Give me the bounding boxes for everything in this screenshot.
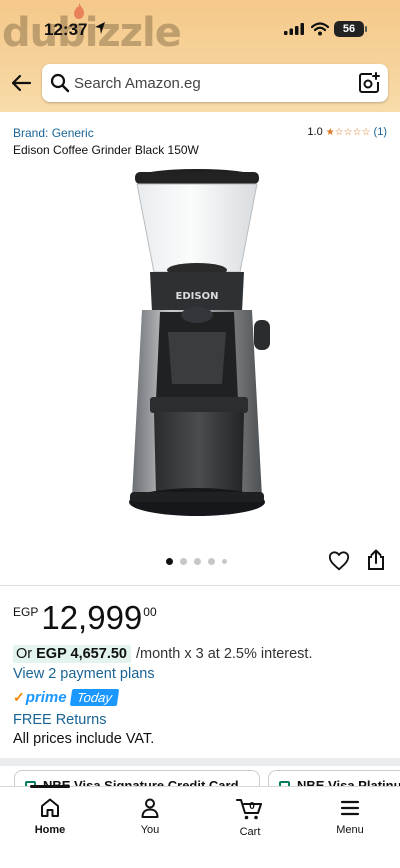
search-icon xyxy=(50,73,70,93)
rating-count[interactable]: (1) xyxy=(374,126,387,138)
payment-plans-link[interactable]: View 2 payment plans xyxy=(13,666,155,682)
product-image-brand-text: EDISON xyxy=(176,291,219,302)
search-input[interactable] xyxy=(74,64,344,102)
carousel-dot[interactable] xyxy=(208,558,215,565)
price-whole: 12,999 xyxy=(41,599,143,636)
nav-home[interactable]: Home xyxy=(10,797,90,836)
prime-logo-text: prime xyxy=(25,689,67,706)
installment-prefix: Or xyxy=(16,646,33,662)
nav-cart[interactable]: 0 Cart xyxy=(210,797,290,838)
cart-icon: 0 xyxy=(236,799,262,820)
home-icon xyxy=(41,798,59,817)
price-fraction: 00 xyxy=(143,605,157,619)
status-bar: dubizzle 12:37 56 xyxy=(0,0,400,56)
location-arrow-icon xyxy=(95,22,105,34)
cellular-signal-icon xyxy=(284,23,304,35)
section-divider xyxy=(0,585,400,586)
bottom-nav: Home You 0 Cart Menu xyxy=(0,785,400,868)
product-image[interactable]: EDISON xyxy=(120,162,280,528)
carousel-dot[interactable] xyxy=(180,558,187,565)
status-time: 12:37 xyxy=(44,20,88,39)
nav-home-label: Home xyxy=(34,824,66,836)
nav-cart-label: Cart xyxy=(239,826,261,838)
rating-summary[interactable]: 1.0 ★☆☆☆☆ (1) xyxy=(307,126,387,138)
flame-icon xyxy=(74,3,84,19)
prime-today-badge: Today xyxy=(69,689,119,706)
section-divider xyxy=(0,758,400,766)
active-tab-indicator xyxy=(30,785,70,788)
cart-count: 0 xyxy=(249,801,255,812)
image-carousel-dots[interactable] xyxy=(166,558,227,565)
carousel-dot[interactable] xyxy=(222,559,227,564)
prime-check-icon: ✓ xyxy=(13,689,25,705)
vat-note: All prices include VAT. xyxy=(13,731,155,747)
watermark: dubizzle xyxy=(2,10,182,56)
app-header: dubizzle 12:37 56 xyxy=(0,0,400,112)
camera-scan-icon[interactable] xyxy=(358,72,380,94)
installment-terms: /month x 3 at 2.5% interest. xyxy=(135,646,313,662)
installment-amount: EGP 4,657.50 xyxy=(36,646,127,662)
nav-menu[interactable]: Menu xyxy=(310,797,390,836)
prime-delivery: ✓ prime Today xyxy=(13,689,119,706)
battery-nub xyxy=(365,26,367,32)
share-icon[interactable] xyxy=(366,549,386,571)
nav-you-label: You xyxy=(140,824,160,836)
search-bar[interactable] xyxy=(42,64,388,102)
rating-stars-icon: ★☆☆☆☆ xyxy=(325,126,371,138)
prime-logo: ✓ prime xyxy=(13,689,67,706)
back-arrow-icon[interactable] xyxy=(10,72,32,94)
wishlist-heart-icon[interactable] xyxy=(328,550,350,572)
battery-indicator: 56 xyxy=(334,21,364,37)
carousel-dot[interactable] xyxy=(194,558,201,565)
person-icon xyxy=(141,798,159,818)
product-title: Edison Coffee Grinder Black 150W xyxy=(13,143,199,157)
rating-value: 1.0 xyxy=(307,126,323,138)
menu-icon xyxy=(340,800,360,816)
installment-offer: Or EGP 4,657.50 /month x 3 at 2.5% inter… xyxy=(13,645,313,663)
carousel-dot[interactable] xyxy=(166,558,173,565)
price-currency: EGP xyxy=(13,605,39,619)
wifi-icon xyxy=(311,22,329,36)
brand-link[interactable]: Brand: Generic xyxy=(13,126,94,140)
nav-menu-label: Menu xyxy=(336,824,364,836)
nav-you[interactable]: You xyxy=(110,797,190,836)
price-block: EGP 12,999 00 xyxy=(13,600,157,636)
free-returns-link[interactable]: FREE Returns xyxy=(13,712,106,728)
installment-highlight: Or EGP 4,657.50 xyxy=(13,645,131,663)
